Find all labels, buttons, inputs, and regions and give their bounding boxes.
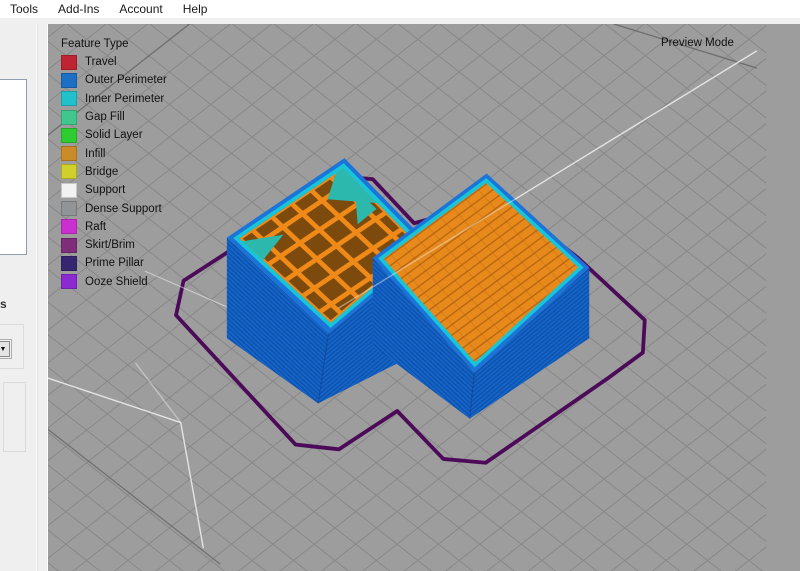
panel-groupbox [3, 382, 26, 452]
process-list[interactable] [0, 79, 27, 255]
legend-label: Infill [85, 148, 105, 160]
legend-item-dense-support: Dense Support [61, 199, 167, 217]
legend-label: Raft [85, 221, 106, 233]
legend-label: Solid Layer [85, 129, 143, 141]
legend-item-prime-pillar: Prime Pillar [61, 254, 167, 272]
legend-item-solid-layer: Solid Layer [61, 126, 167, 144]
legend-label: Gap Fill [85, 111, 125, 123]
panel-divider-shade [37, 24, 38, 571]
feature-type-legend: Feature Type Travel Outer Perimeter Inner … [61, 38, 167, 291]
legend-label: Bridge [85, 166, 118, 178]
legend-item-bridge: Bridge [61, 163, 167, 181]
legend-item-skirt-brim: Skirt/Brim [61, 236, 167, 254]
menu-item-help[interactable]: Help [173, 1, 218, 17]
preview-mode-label: Preview Mode [661, 37, 734, 49]
legend-swatch [61, 256, 77, 271]
left-panel: s ▼ [0, 24, 47, 571]
chevron-down-icon[interactable]: ▼ [0, 341, 10, 357]
panel-section-label: s [0, 297, 14, 311]
model-cube-right[interactable] [361, 154, 638, 419]
legend-swatch [61, 274, 77, 289]
legend-label: Outer Perimeter [85, 74, 167, 86]
panel-dropdown[interactable]: ▼ [0, 339, 12, 359]
legend-swatch [61, 146, 77, 161]
legend-item-travel: Travel [61, 53, 167, 71]
menu-item-account[interactable]: Account [109, 1, 172, 17]
legend-label: Skirt/Brim [85, 239, 135, 251]
legend-swatch [61, 201, 77, 216]
legend-swatch [61, 128, 77, 143]
legend-swatch [61, 73, 77, 88]
legend-swatch [61, 219, 77, 234]
legend-swatch [61, 110, 77, 125]
menu-item-add-ins[interactable]: Add-Ins [48, 1, 109, 17]
legend-swatch [61, 183, 77, 198]
viewport-3d[interactable]: Feature Type Travel Outer Perimeter Inner … [47, 24, 800, 571]
legend-label: Prime Pillar [85, 257, 144, 269]
legend-item-infill: Infill [61, 144, 167, 162]
menu-item-tools[interactable]: Tools [10, 1, 48, 17]
legend-label: Inner Perimeter [85, 93, 164, 105]
legend-item-raft: Raft [61, 218, 167, 236]
legend-item-outer-perimeter: Outer Perimeter [61, 71, 167, 89]
legend-label: Travel [85, 56, 117, 68]
legend-item-gap-fill: Gap Fill [61, 108, 167, 126]
legend-swatch [61, 91, 77, 106]
legend-item-support: Support [61, 181, 167, 199]
legend-title: Feature Type [61, 38, 167, 50]
legend-swatch [61, 55, 77, 70]
legend-swatch [61, 164, 77, 179]
legend-item-inner-perimeter: Inner Perimeter [61, 90, 167, 108]
legend-item-ooze-shield: Ooze Shield [61, 273, 167, 291]
legend-label: Support [85, 184, 125, 196]
legend-label: Dense Support [85, 203, 162, 215]
menu-bar: ToolsAdd-InsAccountHelp [0, 0, 800, 18]
legend-label: Ooze Shield [85, 276, 148, 288]
legend-swatch [61, 238, 77, 253]
